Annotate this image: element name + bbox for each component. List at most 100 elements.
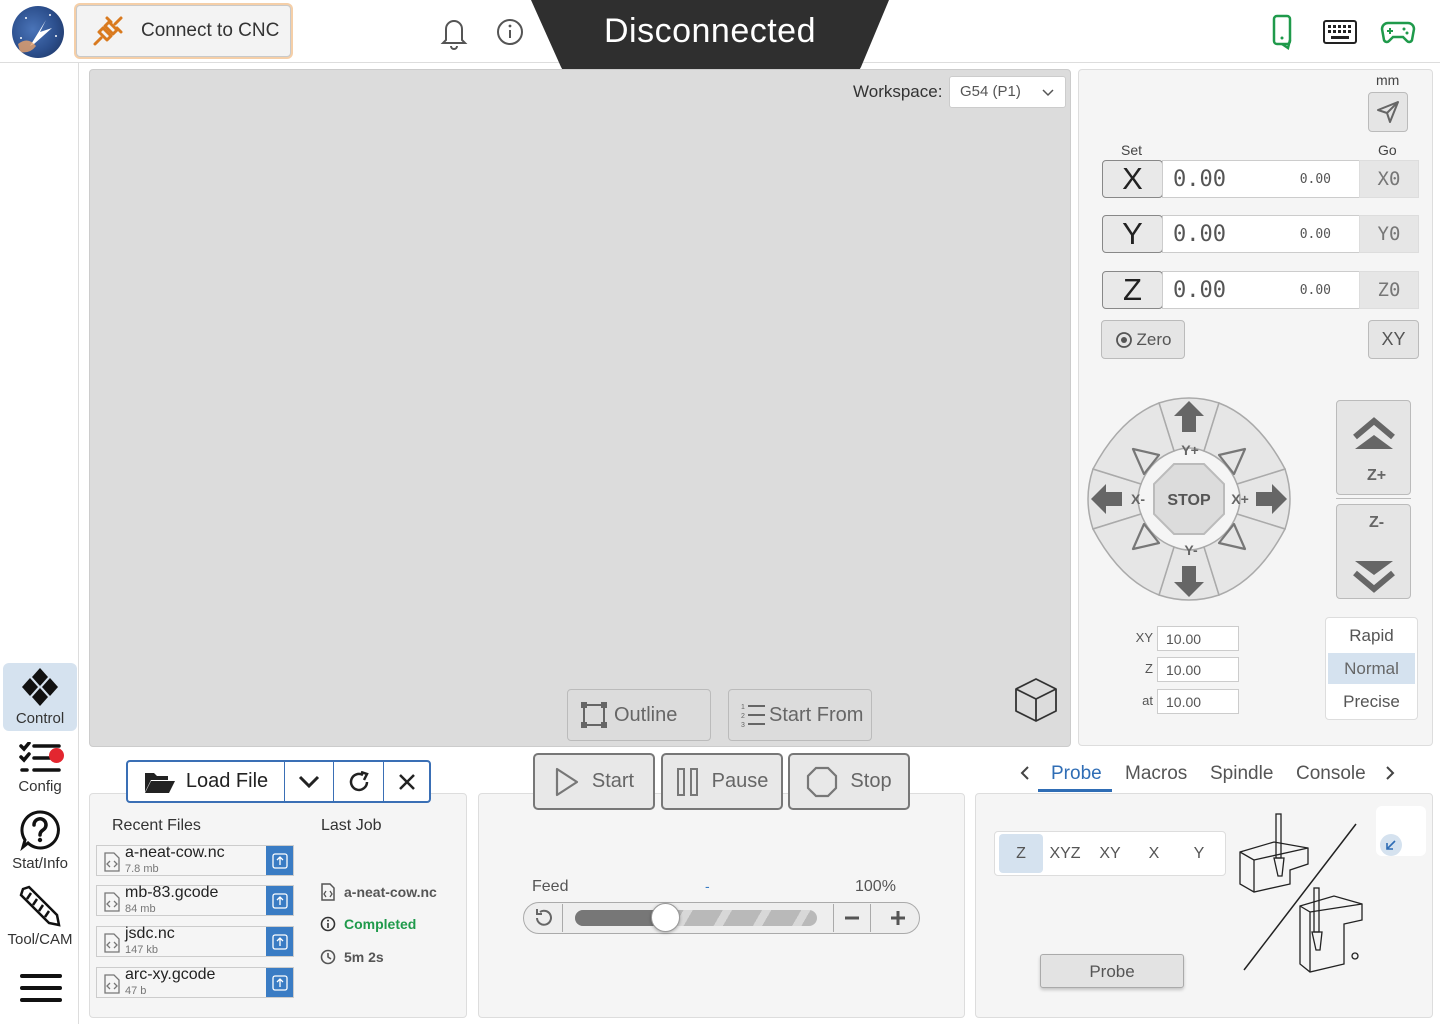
set-y-button[interactable]: Y bbox=[1102, 215, 1163, 253]
probe-collapse-button[interactable] bbox=[1376, 806, 1426, 856]
gcode-visualizer[interactable] bbox=[89, 69, 1071, 747]
outline-icon bbox=[581, 702, 607, 728]
y-position-field[interactable]: 0.00 0.00 bbox=[1162, 215, 1360, 253]
keyboard-icon[interactable] bbox=[1320, 14, 1360, 50]
file-size: 84 mb bbox=[125, 903, 156, 915]
svg-text:1: 1 bbox=[741, 704, 745, 711]
app-logo[interactable] bbox=[12, 6, 64, 58]
go-x0-button[interactable]: X0 bbox=[1359, 160, 1419, 198]
sidebar-item-label: Stat/Info bbox=[12, 855, 68, 872]
feed-percent: 100% bbox=[855, 878, 896, 895]
probe-axis-x[interactable]: X bbox=[1132, 834, 1176, 873]
upload-icon[interactable] bbox=[266, 846, 293, 875]
svg-text:3: 3 bbox=[741, 722, 745, 728]
stop-octagon-icon bbox=[807, 766, 838, 797]
file-size: 7.8 mb bbox=[125, 863, 159, 875]
probe-axis-z[interactable]: Z bbox=[999, 834, 1043, 873]
jog-z-plus-label: Z+ bbox=[1367, 467, 1387, 484]
outline-button[interactable]: Outline bbox=[567, 689, 711, 741]
feed-decrease-button[interactable] bbox=[833, 904, 871, 932]
file-name: mb-83.gcode bbox=[125, 884, 219, 901]
upload-icon[interactable] bbox=[266, 927, 293, 956]
probe-button[interactable]: Probe bbox=[1040, 954, 1184, 988]
bell-icon[interactable] bbox=[437, 14, 471, 50]
info-icon[interactable] bbox=[493, 14, 527, 50]
unit-label: mm bbox=[1376, 72, 1400, 88]
set-label: Set bbox=[1121, 142, 1143, 158]
set-z-button[interactable]: Z bbox=[1102, 271, 1163, 309]
connect-cnc-button[interactable]: Connect to CNC bbox=[76, 5, 291, 57]
z-position-field[interactable]: 0.00 0.00 bbox=[1162, 271, 1360, 309]
feed-at-input[interactable]: 10.00 bbox=[1157, 689, 1239, 714]
z-divider bbox=[1336, 498, 1411, 499]
step-z-input[interactable]: 10.00 bbox=[1157, 657, 1239, 682]
close-file-button[interactable] bbox=[384, 762, 429, 801]
double-chevron-down-icon bbox=[1353, 561, 1395, 593]
view-cube-icon[interactable] bbox=[1013, 676, 1059, 729]
speed-normal-option[interactable]: Normal bbox=[1328, 653, 1415, 684]
y-machine-position: 0.00 bbox=[1299, 227, 1331, 242]
last-job-duration: 5m 2s bbox=[320, 949, 384, 965]
file-size: 147 kb bbox=[125, 944, 159, 956]
recent-files-dropdown[interactable] bbox=[285, 762, 334, 801]
feed-reset-button[interactable] bbox=[525, 904, 563, 932]
go-y0-button[interactable]: Y0 bbox=[1359, 215, 1419, 253]
file-toolbar: Load File bbox=[126, 760, 431, 803]
sidebar-item-stat-info[interactable]: Stat/Info bbox=[3, 808, 77, 876]
speed-precise-option[interactable]: Precise bbox=[1328, 686, 1415, 717]
hamburger-menu-icon[interactable] bbox=[20, 973, 62, 1008]
workspace-select[interactable]: G54 (P1) bbox=[949, 76, 1066, 108]
jog-diagonal-nw-button[interactable] bbox=[1091, 402, 1175, 485]
probe-axis-xy[interactable]: XY bbox=[1088, 834, 1132, 873]
pause-icon bbox=[676, 767, 698, 796]
start-from-button[interactable]: 1 2 3 Start From bbox=[728, 689, 872, 741]
jog-x-minus-label: X- bbox=[1131, 491, 1145, 507]
close-icon bbox=[398, 773, 415, 790]
feed-label: Feed bbox=[532, 878, 569, 895]
feed-slider-thumb[interactable] bbox=[650, 903, 680, 932]
upload-icon[interactable] bbox=[266, 886, 293, 915]
sidebar bbox=[0, 63, 79, 1024]
tab-probe[interactable]: Probe bbox=[1051, 763, 1102, 785]
gamepad-icon[interactable] bbox=[1378, 14, 1418, 50]
stop-job-label: Stop bbox=[850, 770, 892, 792]
set-x-button[interactable]: X bbox=[1102, 160, 1163, 198]
go-to-button[interactable] bbox=[1368, 92, 1408, 132]
recent-file-row[interactable]: jsdc.nc 147 kb bbox=[96, 925, 294, 957]
sidebar-item-control[interactable]: Control bbox=[3, 663, 77, 731]
speed-rapid-option[interactable]: Rapid bbox=[1328, 620, 1415, 651]
sidebar-item-config[interactable]: Config bbox=[3, 731, 77, 799]
last-job-duration-text: 5m 2s bbox=[344, 949, 384, 965]
go-z0-button[interactable]: Z0 bbox=[1359, 271, 1419, 309]
z-machine-position: 0.00 bbox=[1299, 283, 1331, 298]
recent-file-row[interactable]: arc-xy.gcode 47 b bbox=[96, 966, 294, 999]
tab-scroll-left-icon[interactable] bbox=[1018, 765, 1032, 786]
tab-spindle[interactable]: Spindle bbox=[1210, 763, 1273, 785]
start-job-button[interactable]: Start bbox=[533, 753, 655, 810]
recent-file-row[interactable]: mb-83.gcode 84 mb bbox=[96, 884, 294, 916]
z-work-position: 0.00 bbox=[1173, 278, 1226, 303]
mobile-device-icon[interactable] bbox=[1266, 14, 1300, 50]
pause-job-button[interactable]: Pause bbox=[661, 753, 783, 810]
x-position-field[interactable]: 0.00 0.00 bbox=[1162, 160, 1360, 198]
sidebar-item-tool-cam[interactable]: Tool/CAM bbox=[3, 884, 77, 952]
step-xy-input[interactable]: 10.00 bbox=[1157, 626, 1239, 651]
probe-axis-xyz[interactable]: XYZ bbox=[1043, 834, 1087, 873]
load-file-button[interactable]: Load File bbox=[128, 762, 285, 801]
jog-diagonal-se-button[interactable] bbox=[1203, 513, 1287, 596]
tab-console[interactable]: Console bbox=[1296, 763, 1366, 785]
tab-scroll-right-icon[interactable] bbox=[1383, 765, 1397, 786]
tab-macros[interactable]: Macros bbox=[1125, 763, 1187, 785]
jog-diagonal-sw-button[interactable] bbox=[1091, 513, 1175, 596]
stop-job-button[interactable]: Stop bbox=[788, 753, 910, 810]
xy-zero-button[interactable]: XY bbox=[1368, 320, 1419, 359]
zero-button[interactable]: Zero bbox=[1101, 320, 1185, 359]
probe-axis-y[interactable]: Y bbox=[1177, 834, 1221, 873]
file-code-icon bbox=[101, 974, 121, 999]
upload-icon[interactable] bbox=[266, 968, 293, 997]
recent-file-row[interactable]: a-neat-cow.nc 7.8 mb bbox=[96, 844, 294, 876]
jog-diagonal-ne-button[interactable] bbox=[1203, 402, 1287, 485]
feed-increase-button[interactable] bbox=[879, 904, 917, 932]
reload-file-button[interactable] bbox=[334, 762, 384, 801]
send-icon bbox=[1377, 101, 1399, 123]
